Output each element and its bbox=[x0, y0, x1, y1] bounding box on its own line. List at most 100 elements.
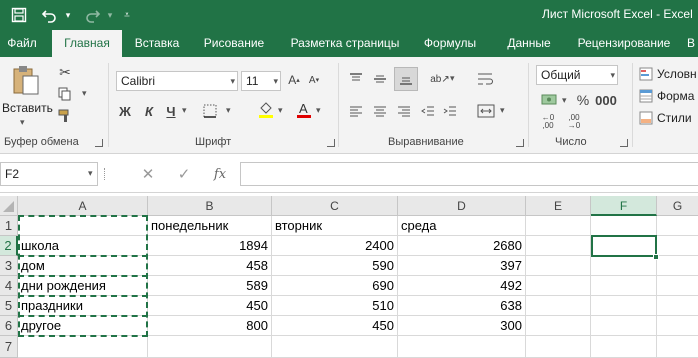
row-header-4[interactable]: 4 bbox=[0, 276, 18, 296]
cell-b4[interactable]: 589 bbox=[148, 276, 272, 296]
cell-d6[interactable]: 300 bbox=[398, 316, 526, 336]
copy-dropdown-icon[interactable]: ▾ bbox=[82, 88, 87, 99]
cell-b3[interactable]: 458 bbox=[148, 256, 272, 276]
cell-a5[interactable]: праздники bbox=[18, 296, 148, 316]
orientation-dropdown-icon[interactable]: ▾ bbox=[450, 73, 455, 84]
alignment-launcher-icon[interactable] bbox=[516, 139, 524, 147]
underline-button[interactable]: Ч bbox=[162, 101, 180, 121]
cell-g5[interactable] bbox=[657, 296, 698, 316]
align-bottom-icon[interactable] bbox=[394, 67, 418, 91]
fill-color-dropdown-icon[interactable]: ▾ bbox=[278, 105, 283, 116]
redo-dropdown-icon[interactable]: ▾ bbox=[104, 4, 116, 26]
cell-c3[interactable]: 590 bbox=[272, 256, 398, 276]
align-middle-icon[interactable] bbox=[370, 69, 390, 89]
format-as-table-button[interactable]: Форма bbox=[657, 89, 694, 103]
tab-draw[interactable]: Рисование bbox=[194, 30, 274, 57]
tab-insert[interactable]: Вставка bbox=[128, 30, 186, 57]
cell-g2[interactable] bbox=[657, 236, 698, 256]
conditional-formatting-icon[interactable] bbox=[638, 65, 654, 83]
cell-g4[interactable] bbox=[657, 276, 698, 296]
cell-d4[interactable]: 492 bbox=[398, 276, 526, 296]
cell-f6[interactable] bbox=[591, 316, 657, 336]
conditional-formatting-button[interactable]: Условн bbox=[657, 67, 697, 81]
column-header-g[interactable]: G bbox=[657, 196, 698, 216]
cell-e3[interactable] bbox=[526, 256, 591, 276]
customize-icon[interactable]: ⩡ bbox=[120, 4, 134, 26]
number-format-combo[interactable]: Общий ▾ bbox=[536, 65, 618, 85]
number-launcher-icon[interactable] bbox=[620, 139, 628, 147]
percent-icon[interactable]: % bbox=[574, 91, 592, 109]
bold-button[interactable]: Ж bbox=[116, 101, 134, 121]
cell-g6[interactable] bbox=[657, 316, 698, 336]
cell-f4[interactable] bbox=[591, 276, 657, 296]
cell-a7[interactable] bbox=[18, 336, 148, 358]
name-box[interactable]: F2 bbox=[0, 162, 98, 186]
font-color-icon[interactable]: A bbox=[294, 99, 314, 121]
copy-icon[interactable] bbox=[56, 85, 74, 103]
tab-data[interactable]: Данные bbox=[498, 30, 560, 57]
insert-function-button[interactable]: fx bbox=[210, 164, 230, 184]
paste-button[interactable]: Вставить bbox=[2, 101, 53, 115]
row-header-3[interactable]: 3 bbox=[0, 256, 18, 276]
increase-decimal-icon[interactable]: ←0,00 bbox=[538, 113, 558, 131]
cancel-entry-icon[interactable]: ✕ bbox=[138, 164, 158, 184]
borders-icon[interactable] bbox=[198, 101, 222, 121]
currency-format-icon[interactable] bbox=[538, 91, 562, 109]
font-launcher-icon[interactable] bbox=[327, 139, 335, 147]
fill-handle[interactable] bbox=[653, 254, 659, 260]
align-center-icon[interactable] bbox=[370, 101, 390, 121]
decrease-decimal-icon[interactable]: ,00 →0 bbox=[564, 113, 584, 131]
cell-d2[interactable]: 2680 bbox=[398, 236, 526, 256]
cell-f1[interactable] bbox=[591, 216, 657, 236]
align-right-icon[interactable] bbox=[394, 101, 414, 121]
cell-e5[interactable] bbox=[526, 296, 591, 316]
format-painter-icon[interactable] bbox=[56, 107, 74, 125]
tab-review[interactable]: Рецензирование bbox=[570, 30, 678, 57]
row-header-2[interactable]: 2 bbox=[0, 236, 18, 256]
merge-center-icon[interactable] bbox=[472, 101, 500, 121]
cell-a6[interactable]: другое bbox=[18, 316, 148, 336]
column-header-c[interactable]: C bbox=[272, 196, 398, 216]
redo-icon[interactable] bbox=[82, 4, 104, 26]
cell-e1[interactable] bbox=[526, 216, 591, 236]
name-box-dropdown-icon[interactable]: ▾ bbox=[88, 168, 93, 179]
cell-g7[interactable] bbox=[657, 336, 698, 358]
cell-c6[interactable]: 450 bbox=[272, 316, 398, 336]
save-icon[interactable] bbox=[8, 4, 30, 26]
tab-view[interactable]: В bbox=[684, 30, 698, 57]
cell-e4[interactable] bbox=[526, 276, 591, 296]
cell-g3[interactable] bbox=[657, 256, 698, 276]
decrease-font-size-icon[interactable]: A ▾ bbox=[306, 71, 322, 89]
cell-e7[interactable] bbox=[526, 336, 591, 358]
italic-button[interactable]: К bbox=[140, 101, 158, 121]
cell-a3[interactable]: дом bbox=[18, 256, 148, 276]
tab-file[interactable]: Файл bbox=[0, 30, 44, 57]
font-name-combo[interactable]: Calibri ▾ bbox=[116, 71, 238, 91]
formula-bar-grip[interactable] bbox=[104, 168, 105, 180]
tab-home[interactable]: Главная bbox=[52, 30, 122, 57]
orientation-icon[interactable]: ab↗ bbox=[430, 69, 450, 89]
borders-dropdown-icon[interactable]: ▾ bbox=[226, 105, 231, 116]
cell-e2[interactable] bbox=[526, 236, 591, 256]
undo-dropdown-icon[interactable]: ▾ bbox=[62, 4, 74, 26]
align-left-icon[interactable] bbox=[346, 101, 366, 121]
row-header-6[interactable]: 6 bbox=[0, 316, 18, 336]
font-color-dropdown-icon[interactable]: ▾ bbox=[316, 105, 321, 116]
cell-c4[interactable]: 690 bbox=[272, 276, 398, 296]
cell-c5[interactable]: 510 bbox=[272, 296, 398, 316]
row-header-5[interactable]: 5 bbox=[0, 296, 18, 316]
currency-dropdown-icon[interactable]: ▾ bbox=[562, 95, 567, 106]
cell-a2[interactable]: школа bbox=[18, 236, 148, 256]
cell-styles-button[interactable]: Стили bbox=[657, 111, 692, 125]
underline-dropdown-icon[interactable]: ▾ bbox=[182, 105, 187, 116]
fill-color-icon[interactable] bbox=[256, 99, 276, 121]
cell-f7[interactable] bbox=[591, 336, 657, 358]
wrap-text-icon[interactable] bbox=[472, 69, 500, 89]
cell-d5[interactable]: 638 bbox=[398, 296, 526, 316]
align-top-icon[interactable] bbox=[346, 69, 366, 89]
paste-dropdown-icon[interactable]: ▾ bbox=[20, 117, 25, 128]
cell-b7[interactable] bbox=[148, 336, 272, 358]
increase-font-size-icon[interactable]: A ▴ bbox=[286, 71, 302, 89]
undo-icon[interactable] bbox=[38, 4, 60, 26]
cell-g1[interactable] bbox=[657, 216, 698, 236]
